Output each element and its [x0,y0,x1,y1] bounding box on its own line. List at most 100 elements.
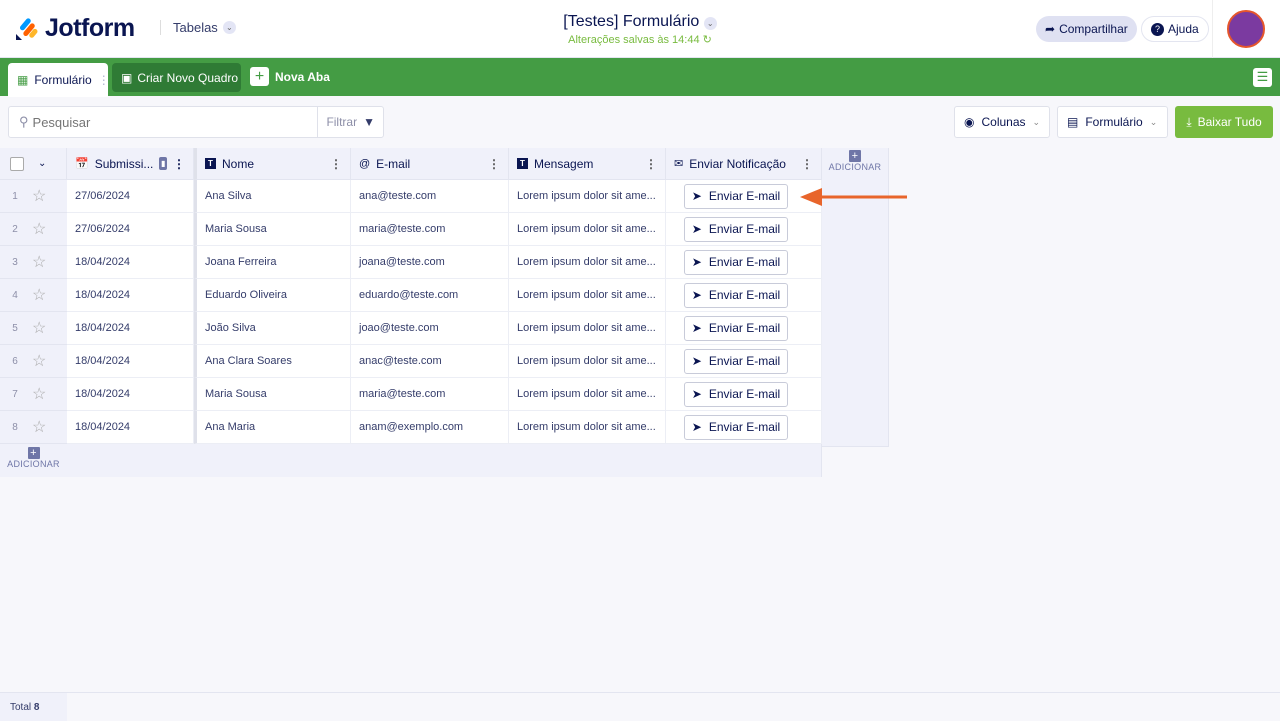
table-cell[interactable]: 18/04/2024 [67,345,194,378]
text-field-icon: T [517,158,528,169]
table-cell[interactable]: maria@teste.com [351,213,509,246]
table-cell[interactable]: ➤ Enviar E-mail [666,279,822,312]
column-header-name[interactable]: T Nome ⋮ [194,148,351,180]
column-header-email[interactable]: @ E-mail ⋮ [351,148,509,180]
table-cell[interactable]: anam@exemplo.com [351,411,509,444]
table-cell[interactable]: ➤ Enviar E-mail [666,345,822,378]
column-header-submission-date[interactable]: 📅 Submissi... ▮ ⋮ [67,148,194,180]
star-icon[interactable]: ☆ [32,252,46,272]
table-cell[interactable]: Lorem ipsum dolor sit ame... [509,246,666,279]
footer: Total 8 [0,692,1280,721]
row-header: 6 ☆ [0,345,67,378]
send-email-button[interactable]: ➤ Enviar E-mail [684,348,788,374]
table-cell[interactable]: 27/06/2024 [67,180,194,213]
table-cell[interactable]: ➤ Enviar E-mail [666,246,822,279]
star-icon[interactable]: ☆ [32,285,46,305]
column-header-message[interactable]: T Mensagem ⋮ [509,148,666,180]
download-all-button[interactable]: ⤓ Baixar Tudo [1175,106,1273,138]
table-cell[interactable]: Ana Silva [194,180,351,213]
table-cell[interactable]: Maria Sousa [194,378,351,411]
send-email-button[interactable]: ➤ Enviar E-mail [684,282,788,308]
table-cell[interactable]: 18/04/2024 [67,411,194,444]
table-cell[interactable]: ➤ Enviar E-mail [666,213,822,246]
send-email-button[interactable]: ➤ Enviar E-mail [684,414,788,440]
table-cell[interactable]: 18/04/2024 [67,312,194,345]
table-cell[interactable]: anac@teste.com [351,345,509,378]
total-label: Total [10,702,32,713]
table-cell[interactable]: Lorem ipsum dolor sit ame... [509,345,666,378]
table-cell[interactable]: Lorem ipsum dolor sit ame... [509,378,666,411]
form-selector-button[interactable]: ▤ Formulário ⌄ [1057,106,1168,138]
star-icon[interactable]: ☆ [32,318,46,338]
help-label: Ajuda [1168,22,1199,36]
table-cell[interactable]: joana@teste.com [351,246,509,279]
table-cell[interactable]: ➤ Enviar E-mail [666,312,822,345]
column-menu-icon[interactable]: ⋮ [645,157,657,171]
column-menu-icon[interactable]: ⋮ [488,157,500,171]
send-email-button[interactable]: ➤ Enviar E-mail [684,183,788,209]
row-number: 3 [12,256,18,268]
table-cell[interactable]: Maria Sousa [194,213,351,246]
help-button[interactable]: ? Ajuda [1141,16,1209,42]
send-email-button[interactable]: ➤ Enviar E-mail [684,249,788,275]
table-cell[interactable]: Lorem ipsum dolor sit ame... [509,180,666,213]
table-cell[interactable]: João Silva [194,312,351,345]
paper-plane-icon: ➤ [691,288,702,302]
send-email-button[interactable]: ➤ Enviar E-mail [684,381,788,407]
table-cell[interactable]: ➤ Enviar E-mail [666,411,822,444]
search-input[interactable] [28,114,318,130]
row-number: 6 [12,355,18,367]
table-cell[interactable]: Lorem ipsum dolor sit ame... [509,411,666,444]
star-icon[interactable]: ☆ [32,384,46,404]
send-email-button[interactable]: ➤ Enviar E-mail [684,315,788,341]
cell-submission-date: 18/04/2024 [75,289,131,301]
send-email-button[interactable]: ➤ Enviar E-mail [684,216,788,242]
chevron-down-icon[interactable]: ⌄ [38,158,46,169]
tab-menu-icon[interactable]: ⋮ [98,73,110,87]
table-cell[interactable]: joao@teste.com [351,312,509,345]
pin-icon[interactable]: ▮ [159,157,167,170]
add-row-button[interactable]: + ADICIONAR [0,444,67,477]
table-cell[interactable]: Lorem ipsum dolor sit ame... [509,312,666,345]
tab-formulario[interactable]: ▦ Formulário ⋮ [8,63,110,97]
cell-submission-date: 27/06/2024 [75,223,131,235]
table-cell[interactable]: Joana Ferreira [194,246,351,279]
table-cell[interactable]: 27/06/2024 [67,213,194,246]
table-cell[interactable]: 18/04/2024 [67,378,194,411]
star-icon[interactable]: ☆ [32,186,46,206]
new-tab-button[interactable]: + Nova Aba [250,67,330,86]
table-cell[interactable]: maria@teste.com [351,378,509,411]
column-menu-icon[interactable]: ⋮ [173,157,185,171]
table-cell[interactable]: 18/04/2024 [67,279,194,312]
columns-button[interactable]: ◉ Colunas ⌄ [954,106,1050,138]
table-cell[interactable]: Ana Maria [194,411,351,444]
share-button[interactable]: ➦ Compartilhar [1036,16,1137,42]
table-cell[interactable]: ➤ Enviar E-mail [666,378,822,411]
star-icon[interactable]: ☆ [32,219,46,239]
star-icon[interactable]: ☆ [32,417,46,437]
paper-plane-icon: ➤ [691,255,702,269]
star-icon[interactable]: ☆ [32,351,46,371]
column-menu-icon[interactable]: ⋮ [801,157,813,171]
cell-name: Ana Maria [205,421,256,433]
table-cell[interactable]: Lorem ipsum dolor sit ame... [509,279,666,312]
table-cell[interactable]: Ana Clara Soares [194,345,351,378]
row-number: 8 [12,421,18,433]
add-row-strip [67,444,822,477]
column-header-send-notification[interactable]: ✉ Enviar Notificação ⋮ [666,148,822,180]
table-cell[interactable]: ana@teste.com [351,180,509,213]
avatar[interactable] [1227,10,1265,48]
table-cell[interactable]: Lorem ipsum dolor sit ame... [509,213,666,246]
row-header: 7 ☆ [0,378,67,411]
select-all-checkbox[interactable] [10,156,24,171]
paper-plane-icon: ➤ [691,420,702,434]
at-icon: @ [359,157,371,170]
hamburger-menu-icon[interactable]: ☰ [1253,68,1272,87]
filter-button[interactable]: Filtrar ▼ [317,107,383,137]
table-cell[interactable]: 18/04/2024 [67,246,194,279]
create-board-button[interactable]: ▣ Criar Novo Quadro [112,63,241,92]
table-cell[interactable]: eduardo@teste.com [351,279,509,312]
column-menu-icon[interactable]: ⋮ [330,157,342,171]
column-label: Mensagem [534,156,594,171]
table-cell[interactable]: Eduardo Oliveira [194,279,351,312]
